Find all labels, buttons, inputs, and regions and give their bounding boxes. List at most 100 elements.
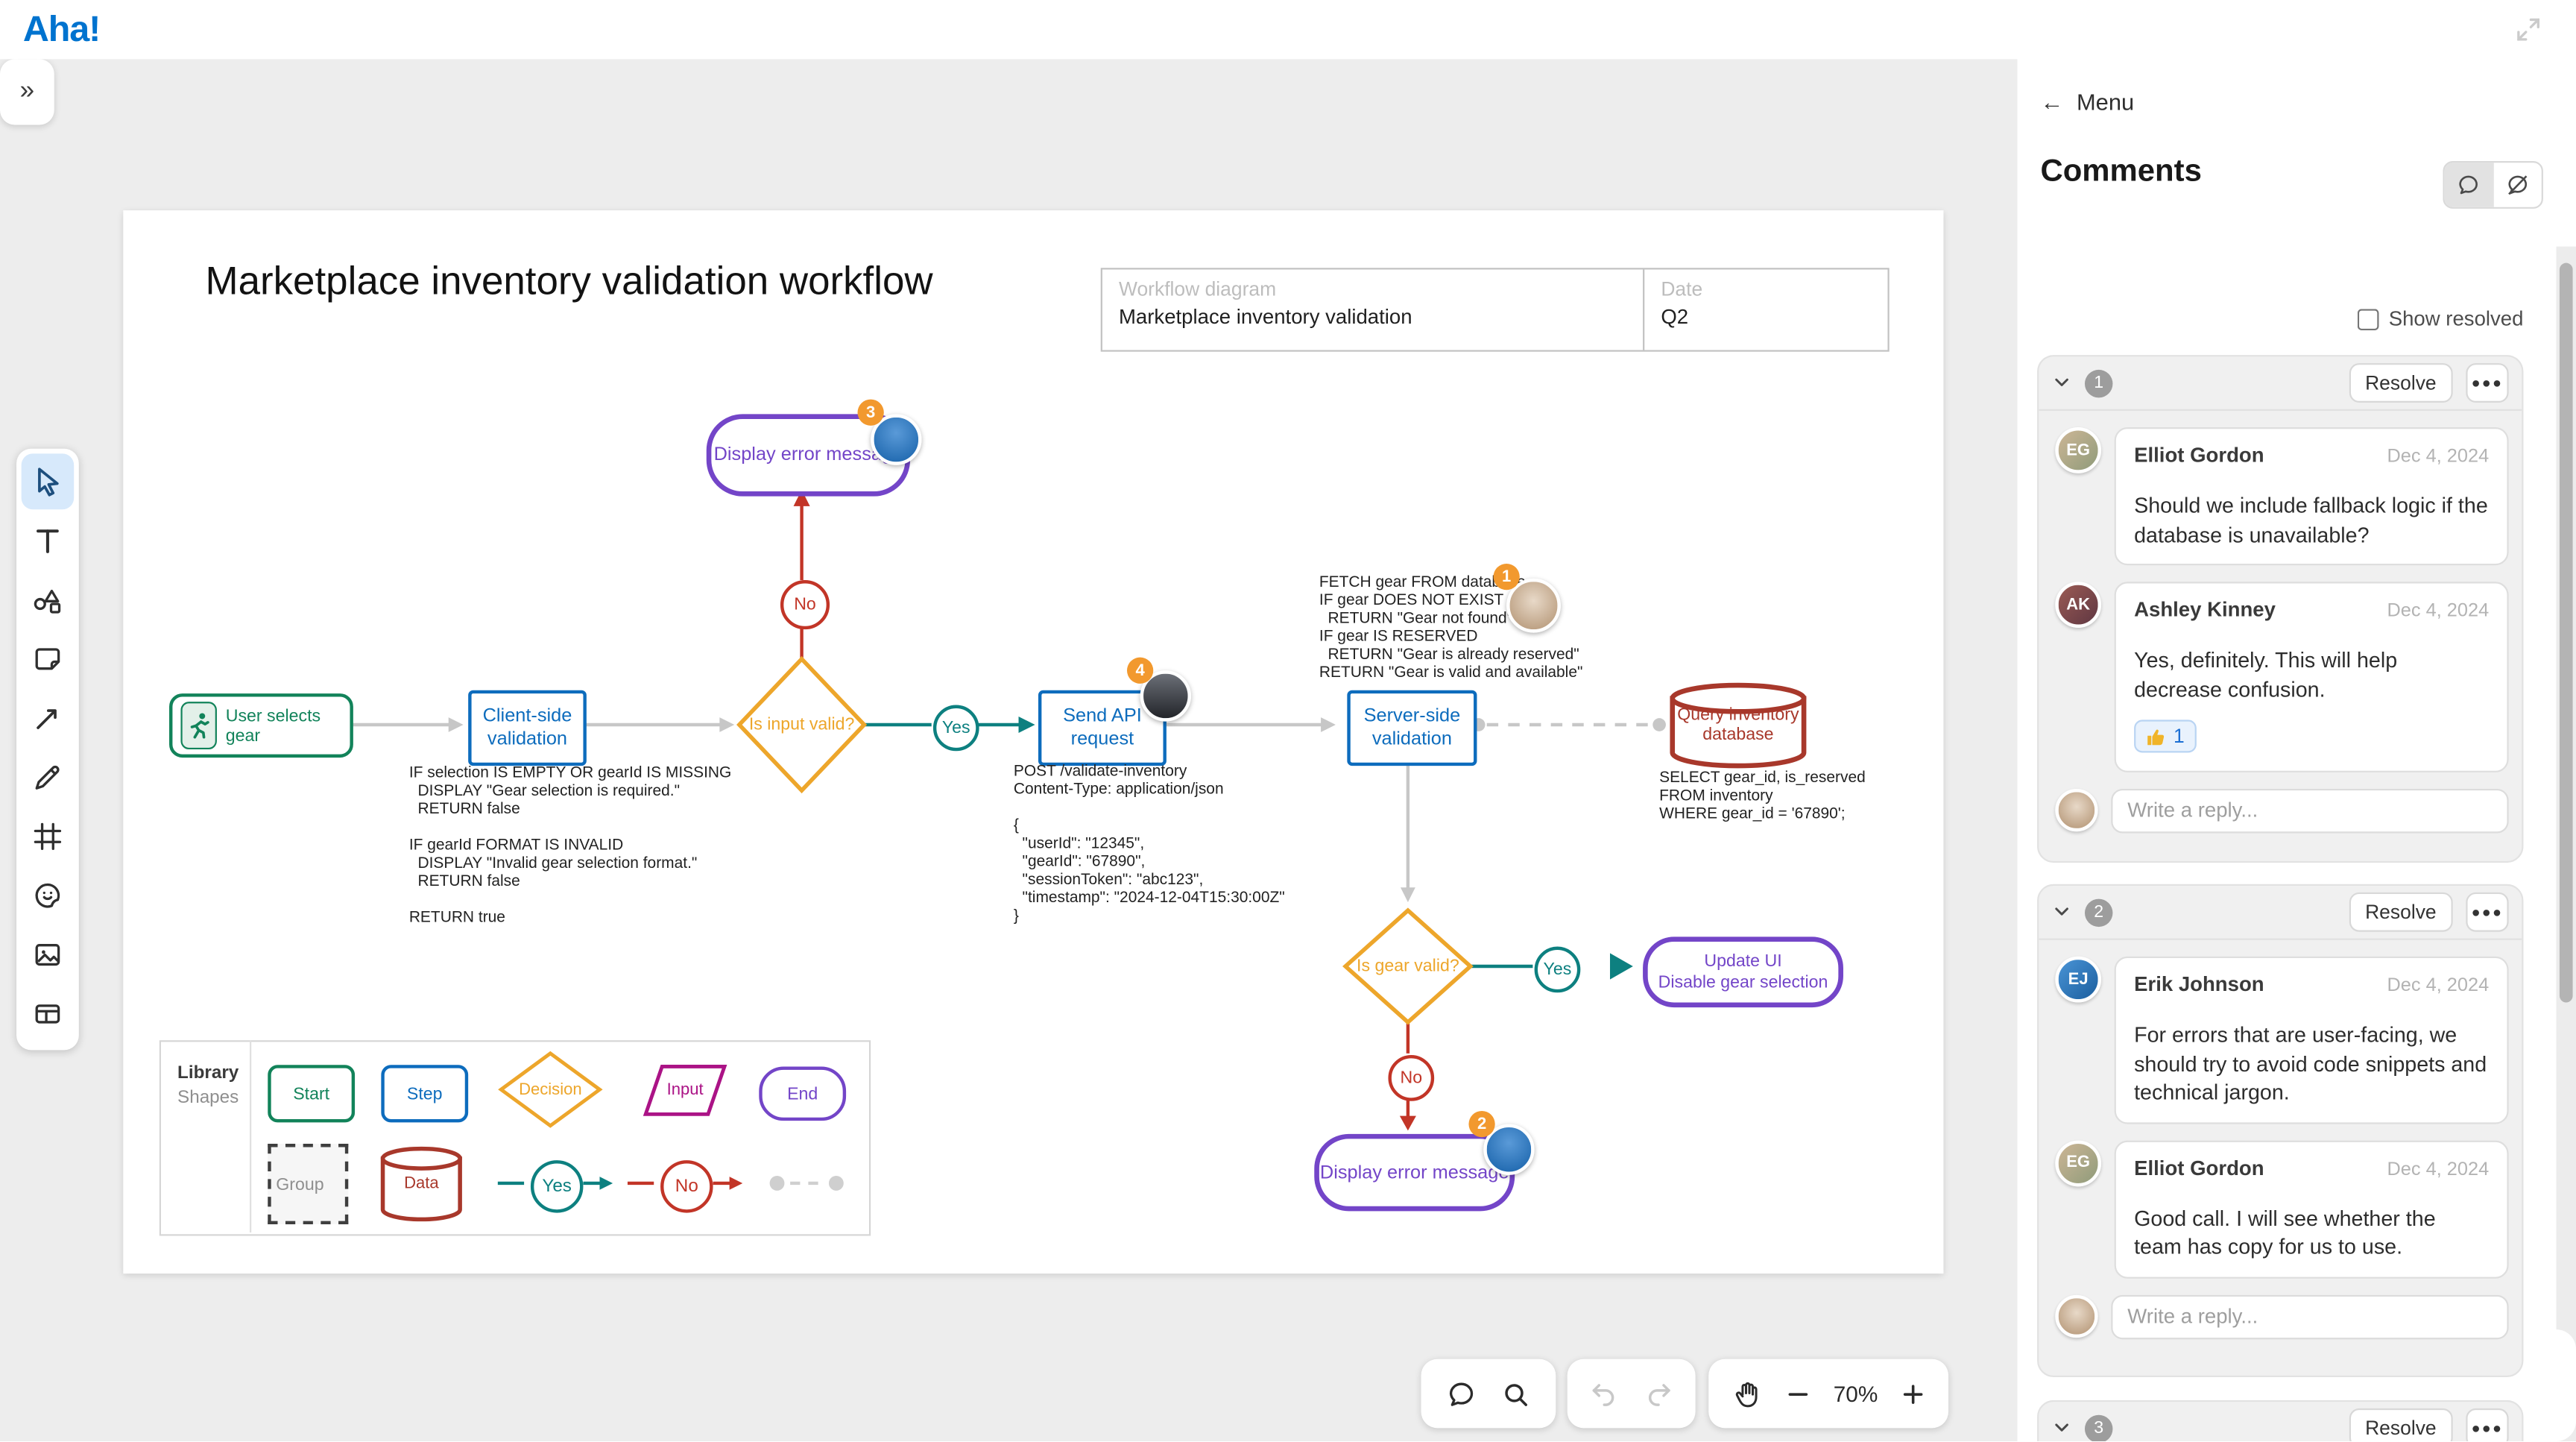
library-shape-step[interactable]: Step [381, 1065, 468, 1122]
library-shape-start[interactable]: Start [268, 1065, 355, 1122]
library-shape-no[interactable]: No [660, 1160, 713, 1213]
info-label-workflow: Workflow diagram [1119, 277, 1626, 300]
comment-badge-4[interactable]: 4 [1127, 658, 1153, 684]
table-tool[interactable] [22, 986, 75, 1042]
library-shape-group-label: Group [271, 1174, 324, 1194]
menu-back-button[interactable]: ← Menu [2040, 89, 2134, 115]
thread-1-header: 1 Resolve ●●● [2039, 356, 2522, 411]
node-is-gear-valid-label[interactable]: Is gear valid? [1326, 957, 1490, 976]
diagram-title[interactable]: Marketplace inventory validation workflo… [206, 259, 933, 306]
aha-logo[interactable]: Aha! [23, 8, 100, 51]
thread-3-header: 3 Resolve ●●● [2039, 1402, 2522, 1441]
comment-bubble[interactable]: Erik Johnson Dec 4, 2024 For errors that… [2115, 957, 2509, 1124]
pan-hand-icon[interactable] [1731, 1378, 1763, 1409]
avatar [2055, 1295, 2097, 1338]
comments-on-icon [2457, 172, 2481, 197]
node-is-input-valid-label[interactable]: Is input valid? [719, 715, 883, 734]
comment-bubble[interactable]: Elliot Gordon Dec 4, 2024 Should we incl… [2115, 427, 2509, 565]
chevron-down-icon[interactable] [2052, 373, 2071, 392]
node-server-side-validation[interactable]: Server-side validation [1347, 690, 1477, 766]
hide-comments-toggle[interactable] [2493, 163, 2542, 207]
zoom-level[interactable]: 70% [1834, 1382, 1878, 1406]
thread-2-resolve-button[interactable]: Resolve [2349, 892, 2453, 932]
frame-tool[interactable] [22, 808, 75, 864]
comment-author: Elliot Gordon [2134, 444, 2264, 467]
reaction-count: 1 [2174, 725, 2185, 748]
panel-scrollbar-thumb[interactable] [2560, 263, 2573, 1003]
canvas-background[interactable]: Marketplace inventory validation workflo… [0, 59, 2018, 1441]
chevron-down-icon[interactable] [2052, 1418, 2071, 1438]
node-update-ui[interactable]: Update UI Disable gear selection [1643, 936, 1843, 1007]
comment-date: Dec 4, 2024 [2387, 976, 2489, 995]
show-resolved-checkbox[interactable] [2358, 308, 2379, 330]
sticky-note-tool[interactable] [22, 631, 75, 687]
zoom-in-icon[interactable] [1901, 1382, 1925, 1406]
node-user-selects-gear-label: User selects gear [226, 706, 350, 746]
node-no-2[interactable]: No [1388, 1055, 1434, 1101]
select-tool[interactable] [22, 453, 75, 509]
node-client-side-validation[interactable]: Client-side validation [468, 690, 587, 766]
library-shape-end[interactable]: End [759, 1066, 846, 1121]
info-cell-date[interactable]: Date Q2 [1644, 269, 1887, 350]
image-tool[interactable] [22, 927, 75, 983]
reply-input[interactable] [2111, 1294, 2508, 1339]
show-comments-toggle[interactable] [2445, 163, 2493, 207]
comment-badge-1[interactable]: 1 [1494, 564, 1520, 590]
comment-badge-3[interactable]: 3 [858, 400, 884, 426]
library-shape-decision-label[interactable]: Decision [498, 1081, 603, 1099]
library-shape-data-label[interactable]: Data [381, 1175, 461, 1193]
comments-panel: ← Menu Comments Show resolved 1 Resolve … [2018, 59, 2576, 1441]
info-value-date: Q2 [1661, 306, 1871, 329]
shapes-tool[interactable] [22, 572, 75, 628]
comment-tool-icon[interactable] [1446, 1378, 1477, 1409]
library-shape-yes[interactable]: Yes [531, 1160, 584, 1213]
comment-bubble[interactable]: Elliot Gordon Dec 4, 2024 Good call. I w… [2115, 1140, 2509, 1278]
library-data-shape-top[interactable] [383, 1149, 461, 1168]
thread-1-resolve-button[interactable]: Resolve [2349, 363, 2453, 403]
connector-tool[interactable] [22, 690, 75, 746]
comment-date: Dec 4, 2024 [2387, 1159, 2489, 1179]
library-shape-input-label[interactable]: Input [645, 1081, 724, 1099]
thread-2-more-button[interactable]: ●●● [2466, 892, 2508, 932]
collapse-panel-button[interactable]: » [0, 59, 54, 125]
avatar [2055, 789, 2097, 831]
thread-3-resolve-button[interactable]: Resolve [2349, 1408, 2453, 1441]
library-yes-arrowhead [599, 1177, 613, 1190]
comment-text: Should we include fallback logic if the … [2134, 491, 2489, 549]
thread-1-more-button[interactable]: ●●● [2466, 363, 2508, 403]
node-user-selects-gear[interactable]: User selects gear [169, 693, 353, 758]
redo-icon[interactable] [1643, 1378, 1674, 1409]
info-label-date: Date [1661, 277, 1871, 300]
annotation-client-validation-code[interactable]: IF selection IS EMPTY OR gearId IS MISSI… [409, 764, 732, 927]
reply-input[interactable] [2111, 788, 2508, 833]
whiteboard[interactable]: Marketplace inventory validation workflo… [123, 210, 1943, 1273]
diagram-info-table[interactable]: Workflow diagram Marketplace inventory v… [1101, 268, 1890, 351]
pen-tool[interactable] [22, 749, 75, 805]
library-no-arrowhead [730, 1177, 743, 1190]
comment-badge-2[interactable]: 2 [1468, 1111, 1494, 1137]
comment-bubble[interactable]: Ashley Kinney Dec 4, 2024 Yes, definitel… [2115, 582, 2509, 772]
zoom-out-icon[interactable] [1786, 1382, 1811, 1406]
expand-icon[interactable] [2513, 15, 2543, 45]
node-no-1[interactable]: No [780, 580, 830, 629]
text-tool[interactable] [22, 513, 75, 569]
library-title: Library [177, 1063, 250, 1083]
thumbs-up-reaction[interactable]: 1 [2134, 720, 2196, 752]
show-resolved-control: Show resolved [2296, 307, 2523, 330]
avatar: EJ [2055, 957, 2101, 1003]
undo-icon[interactable] [1588, 1378, 1620, 1409]
sticker-tool[interactable] [22, 868, 75, 924]
annotation-sql-query-code[interactable]: SELECT gear_id, is_reserved FROM invento… [1659, 769, 1866, 824]
search-icon[interactable] [1500, 1378, 1531, 1409]
node-yes-2[interactable]: Yes [1535, 947, 1581, 993]
annotation-api-request-code[interactable]: POST /validate-inventory Content-Type: a… [1014, 763, 1285, 925]
library-dashed-connector[interactable] [770, 1176, 844, 1191]
chevron-down-icon[interactable] [2052, 902, 2071, 922]
node-query-inventory-database-label[interactable]: Query inventory database [1673, 705, 1804, 745]
thread-2-number: 2 [2085, 898, 2112, 926]
info-cell-workflow[interactable]: Workflow diagram Marketplace inventory v… [1102, 269, 1644, 350]
thread-3-more-button[interactable]: ●●● [2466, 1408, 2508, 1441]
library-shape-group[interactable]: Group [268, 1144, 348, 1224]
node-yes-1[interactable]: Yes [933, 705, 979, 752]
runner-icon [180, 702, 217, 749]
